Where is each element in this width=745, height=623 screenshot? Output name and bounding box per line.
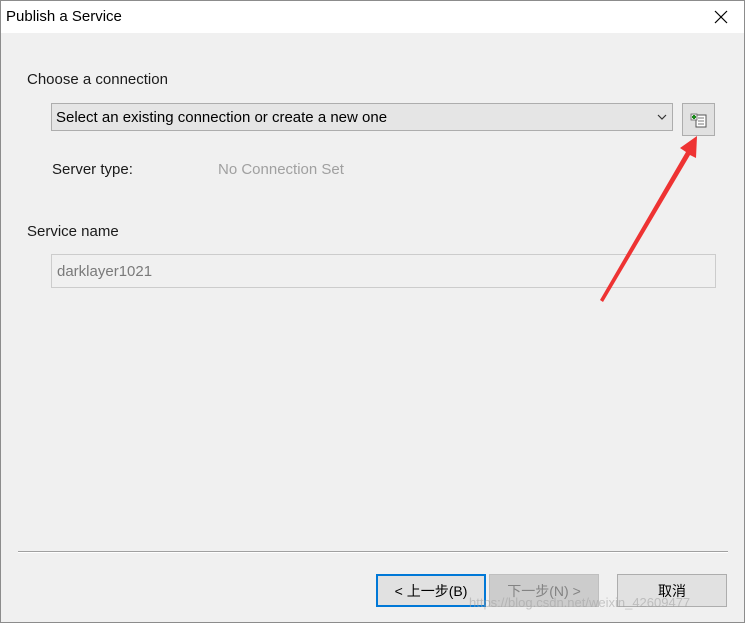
close-button[interactable]: [698, 1, 744, 33]
server-type-label: Server type:: [52, 161, 133, 178]
title-bar: Publish a Service: [1, 1, 744, 33]
footer-divider: [18, 551, 728, 553]
close-icon: [714, 10, 728, 24]
connection-dropdown-value: Select an existing connection or create …: [56, 109, 388, 126]
watermark-text: https://blog.csdn.net/weixin_42609477: [469, 595, 691, 610]
new-connection-icon: [690, 113, 706, 127]
new-connection-button[interactable]: [682, 103, 715, 136]
publish-service-dialog: Publish a Service Choose a connection Se…: [0, 0, 745, 623]
service-name-label: Service name: [27, 223, 119, 240]
choose-connection-label: Choose a connection: [27, 71, 168, 88]
chevron-down-icon: [657, 114, 667, 120]
window-title: Publish a Service: [6, 8, 122, 25]
service-name-field[interactable]: [51, 254, 716, 288]
server-type-value: No Connection Set: [218, 161, 344, 178]
connection-dropdown[interactable]: Select an existing connection or create …: [51, 103, 673, 131]
